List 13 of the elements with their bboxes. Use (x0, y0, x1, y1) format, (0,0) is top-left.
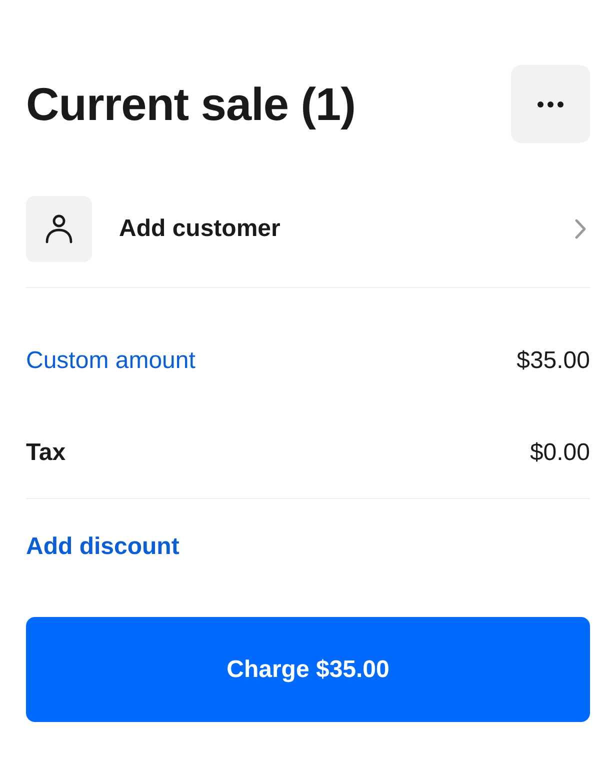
more-icon (537, 100, 564, 108)
add-customer-label: Add customer (119, 214, 280, 244)
charge-button[interactable]: Charge $35.00 (26, 617, 590, 722)
line-item-label: Tax (26, 438, 66, 468)
person-icon (26, 196, 92, 262)
custom-amount-link[interactable]: Custom amount (26, 343, 196, 379)
chevron-right-icon (575, 219, 586, 239)
line-item-amount: $0.00 (530, 438, 590, 468)
page-title: Current sale (1) (26, 81, 356, 127)
more-button[interactable] (511, 65, 590, 143)
line-item-amount: $35.00 (516, 346, 590, 376)
add-customer-row[interactable]: Add customer (26, 196, 590, 288)
add-discount-link[interactable]: Add discount (26, 528, 180, 564)
